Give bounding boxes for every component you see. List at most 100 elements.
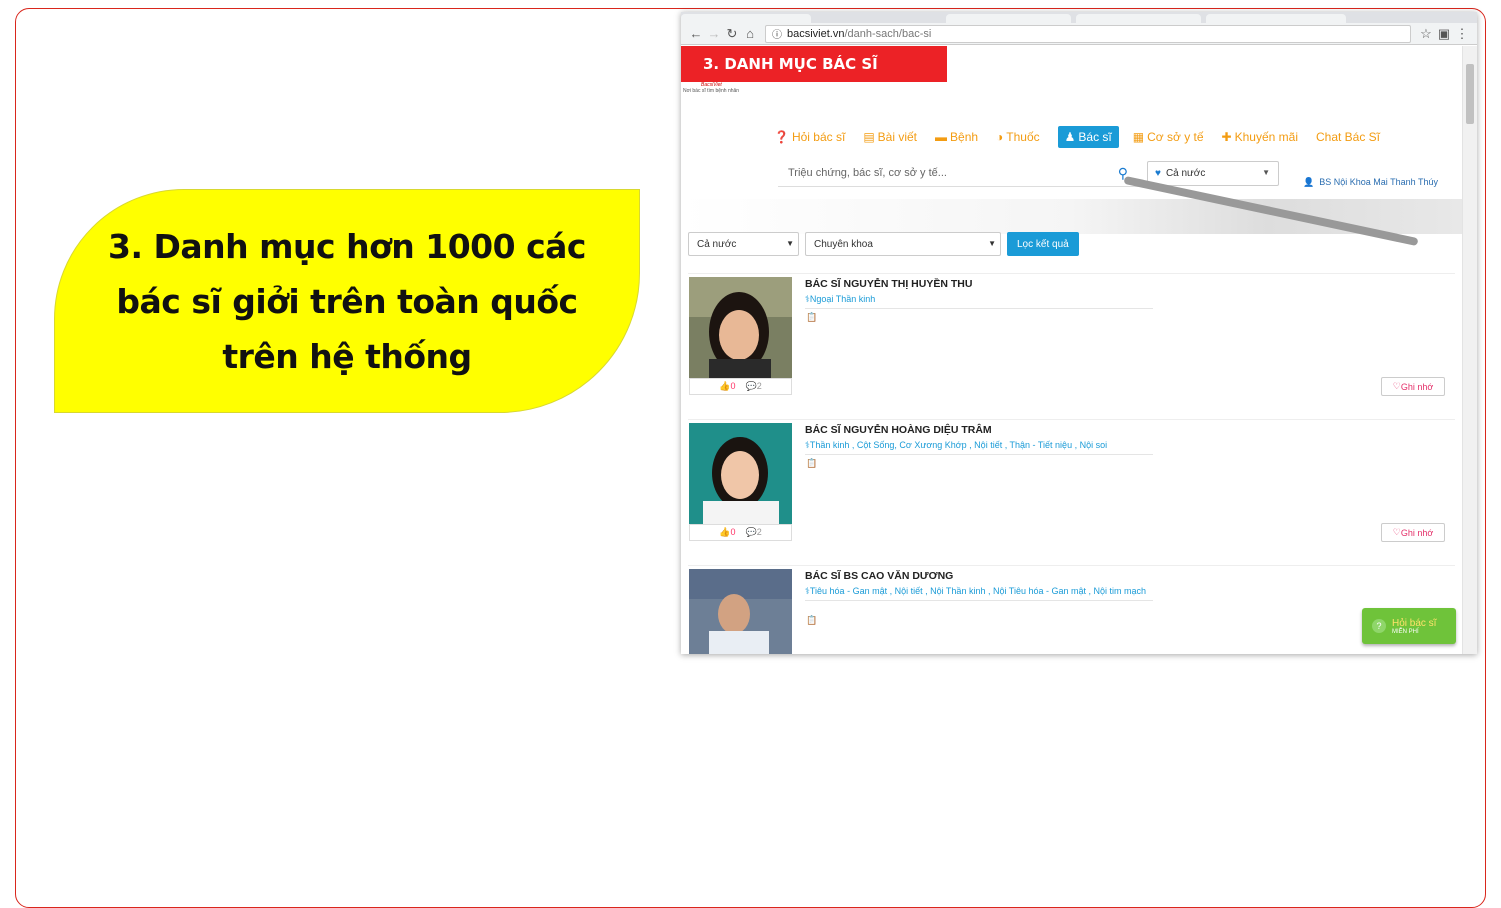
doctor-name[interactable]: BÁC SĨ NGUYỄN THỊ HUYỀN THU: [805, 278, 972, 290]
newspaper-icon: ▤: [863, 130, 875, 144]
tab-strip: [681, 12, 1477, 23]
heart-icon: ♡: [1392, 527, 1401, 537]
hero-banner-image: [681, 175, 1462, 247]
clipboard-icon: 📋: [806, 312, 818, 322]
region-select[interactable]: ♥ Cả nước ▼: [1147, 161, 1279, 186]
reload-icon[interactable]: ↻: [723, 26, 741, 42]
doctor-specialty-text: Ngoại Thần kinh: [809, 294, 876, 304]
nav-item-hoi-bac-si[interactable]: ❓ Hỏi bác sĩ: [774, 130, 845, 144]
doctor-specialty-text: Thần kinh , Cột Sống, Cơ Xương Khớp , Nộ…: [809, 440, 1108, 450]
filter-region-select[interactable]: Cả nước ▼: [688, 232, 799, 256]
doctor-card[interactable]: 👍0 💬2 BÁC SĨ NGUYỄN THỊ HUYỀN THU ⚕Ngoại …: [688, 273, 1455, 416]
search-placeholder: Triệu chứng, bác sĩ, cơ sở y tế...: [788, 166, 947, 179]
question-icon: ❓: [774, 130, 789, 144]
doctor-specialty-text: Tiêu hóa - Gan mật , Nội tiết , Nội Thần…: [809, 586, 1147, 596]
location-pin-icon: ♥: [1155, 168, 1161, 179]
user-account[interactable]: 👤 BS Nội Khoa Mai Thanh Thúy: [1303, 177, 1438, 188]
nav-item-khuyen-mai[interactable]: ✚ Khuyến mãi: [1222, 130, 1298, 144]
url-path: /danh-sach/bac-si: [844, 27, 932, 40]
doctor-stats: 👍0 💬2: [689, 378, 792, 395]
comment-count: 2: [756, 381, 762, 391]
nav-label: Hỏi bác sĩ: [791, 130, 846, 144]
like-icon[interactable]: 👍0: [719, 527, 735, 538]
question-icon: ?: [1372, 619, 1386, 633]
save-button[interactable]: ♡ Ghi nhớ: [1381, 377, 1445, 396]
heart-icon: ♡: [1392, 381, 1401, 391]
gift-icon: ✚: [1221, 130, 1232, 144]
menu-dots-icon[interactable]: ⋮: [1453, 26, 1471, 42]
browser-window: ← → ↻ ⌂ ⓘ bacsiviet.vn/danh-sach/bac-si …: [681, 12, 1477, 654]
comment-count: 2: [756, 527, 762, 537]
section-banner: 3. DANH MỤC BÁC SĨ: [681, 46, 947, 82]
logo-tagline: Nơi bác sĩ tìm bệnh nhân: [683, 88, 740, 94]
page-scrollbar[interactable]: [1462, 46, 1477, 654]
nav-item-co-so-y-te[interactable]: ▦ Cơ sở y tế: [1133, 130, 1204, 144]
nav-label: Bác sĩ: [1078, 130, 1112, 144]
filter-region-value: Cả nước: [697, 238, 737, 250]
doctor-name[interactable]: BÁC SĨ NGUYỄN HOÀNG DIỆU TRÂM: [805, 424, 992, 436]
url-host: bacsiviet.vn: [787, 27, 845, 40]
doctor-specialty[interactable]: ⚕Tiêu hóa - Gan mật , Nội tiết , Nội Thầ…: [805, 586, 1153, 601]
doctor-card[interactable]: BÁC SĨ BS CAO VĂN DƯƠNG ⚕Tiêu hóa - Gan …: [688, 565, 1455, 654]
info-icon: ⓘ: [772, 30, 782, 41]
nav-label: Chat Bác Sĩ: [1315, 130, 1381, 144]
comment-icon[interactable]: 💬2: [746, 381, 762, 392]
nav-item-bai-viet[interactable]: ▤ Bài viết: [863, 130, 917, 144]
nav-label: Cơ sở y tế: [1147, 130, 1204, 144]
back-icon[interactable]: ←: [687, 26, 705, 41]
forward-icon[interactable]: →: [705, 26, 723, 41]
nav-label: Bài viết: [877, 130, 918, 144]
ask-doctor-label: Hỏi bác sĩ: [1392, 617, 1437, 629]
nav-item-benh[interactable]: ▬ Bệnh: [935, 130, 978, 144]
save-label: Ghi nhớ: [1400, 381, 1434, 392]
nav-label: Bệnh: [950, 130, 979, 144]
filter-submit-button[interactable]: Lọc kết quả: [1007, 232, 1079, 256]
doctor-specialty[interactable]: ⚕Ngoại Thần kinh: [805, 294, 1153, 309]
like-count: 0: [730, 381, 736, 391]
url-field[interactable]: ⓘ bacsiviet.vn/danh-sach/bac-si: [765, 24, 1411, 43]
nav-label: Thuốc: [1006, 130, 1040, 144]
filter-bar: Cả nước ▼ Chuyên khoa ▼ Lọc kết quả: [688, 232, 1079, 256]
doctor-icon: ♟: [1064, 130, 1076, 144]
doctor-photo[interactable]: [689, 277, 792, 378]
callout-box: 3. Danh mục hơn 1000 các bác sĩ giởi trê…: [54, 189, 640, 413]
nav-item-thuoc[interactable]: ◑ Thuốc: [996, 130, 1040, 144]
chevron-down-icon: ▼: [786, 239, 794, 248]
address-bar: ← → ↻ ⌂ ⓘ bacsiviet.vn/danh-sach/bac-si …: [681, 23, 1477, 45]
filter-specialty-value: Chuyên khoa: [814, 238, 873, 250]
bed-icon: ▬: [935, 130, 948, 144]
pill-icon: ◑: [996, 130, 1004, 144]
clipboard-icon: 📋: [806, 615, 818, 625]
doctor-name[interactable]: BÁC SĨ BS CAO VĂN DƯƠNG: [805, 570, 953, 582]
home-icon[interactable]: ⌂: [741, 26, 759, 41]
doctor-stats: 👍0 💬2: [689, 524, 792, 541]
user-name: BS Nội Khoa Mai Thanh Thúy: [1319, 177, 1438, 187]
ask-doctor-sub: MIỄN PHÍ: [1392, 628, 1419, 635]
chevron-down-icon: ▼: [1262, 168, 1270, 177]
site-logo[interactable]: BacsiViet Nơi bác sĩ tìm bệnh nhân: [683, 82, 739, 94]
comment-icon[interactable]: 💬2: [746, 527, 762, 538]
chevron-down-icon: ▼: [988, 239, 996, 248]
doctor-photo[interactable]: [689, 569, 792, 654]
like-count: 0: [730, 527, 736, 537]
web-page: 3. DANH MỤC BÁC SĨ BacsiViet Nơi bác sĩ …: [681, 46, 1462, 654]
filter-specialty-select[interactable]: Chuyên khoa ▼: [805, 232, 1001, 256]
star-icon[interactable]: ☆: [1417, 26, 1435, 42]
ask-doctor-float-button[interactable]: ? Hỏi bác sĩ MIỄN PHÍ: [1362, 608, 1456, 644]
search-input[interactable]: Triệu chứng, bác sĩ, cơ sở y tế... ⚲: [778, 159, 1140, 187]
doctor-photo[interactable]: [689, 423, 792, 524]
doctor-specialty[interactable]: ⚕Thần kinh , Cột Sống, Cơ Xương Khớp , N…: [805, 440, 1153, 455]
doctor-card[interactable]: 👍0 💬2 BÁC SĨ NGUYỄN HOÀNG DIỆU TRÂM ⚕Thần…: [688, 419, 1455, 562]
clipboard-icon: 📋: [806, 458, 818, 468]
scrollbar-thumb[interactable]: [1466, 64, 1474, 124]
save-button[interactable]: ♡ Ghi nhớ: [1381, 523, 1445, 542]
nav-item-chat-bac-si[interactable]: Chat Bác Sĩ: [1316, 130, 1380, 144]
extension-icon[interactable]: ▣: [1435, 26, 1453, 42]
like-icon[interactable]: 👍0: [719, 381, 735, 392]
nav-item-bac-si[interactable]: ♟ Bác sĩ: [1057, 126, 1119, 148]
hospital-icon: ▦: [1132, 130, 1145, 144]
region-value: Cả nước: [1165, 168, 1206, 179]
user-icon: 👤: [1303, 177, 1315, 187]
main-nav: ❓ Hỏi bác sĩ ▤ Bài viết ▬ Bệnh ◑ Thuốc ♟ Bác …: [774, 126, 1398, 148]
nav-label: Khuyến mãi: [1234, 130, 1298, 144]
